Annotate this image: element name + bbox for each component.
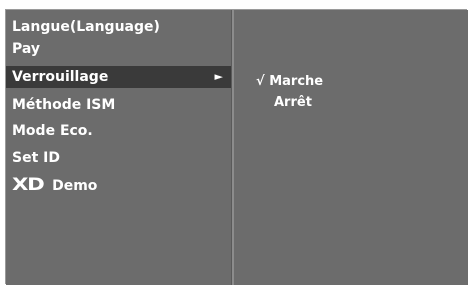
option-arret[interactable]: Arrêt [274, 93, 312, 113]
menu-item-methode-ism[interactable]: Méthode ISM [6, 94, 231, 116]
option-label: Arrêt [274, 95, 312, 110]
xd-logo: XD [12, 175, 45, 195]
menu-item-xd-demo[interactable]: XD Demo [6, 174, 231, 196]
menu-item-label: Mode Eco. [12, 123, 93, 139]
menu-item-mode-eco[interactable]: Mode Eco. [6, 120, 231, 142]
submenu-arrow-icon: ► [214, 70, 223, 83]
menu-item-label: Demo [52, 178, 98, 194]
menu-item-language[interactable]: Langue(Language) [6, 16, 231, 38]
option-marche[interactable]: √ Marche [256, 72, 323, 92]
menu-item-label: Set ID [12, 150, 60, 166]
menu-item-pay[interactable]: Pay [6, 38, 231, 60]
option-label: Marche [269, 74, 324, 89]
main-menu-panel: Langue(Language) Pay Verrouillage ► Méth… [6, 10, 231, 285]
osd-menu-window: Langue(Language) Pay Verrouillage ► Méth… [5, 9, 468, 285]
menu-item-set-id[interactable]: Set ID [6, 147, 231, 169]
menu-item-label: Langue(Language) [12, 19, 160, 35]
check-icon: √ [256, 74, 265, 89]
menu-item-label: Méthode ISM [12, 97, 116, 113]
menu-item-verrouillage[interactable]: Verrouillage ► [6, 66, 231, 88]
menu-item-label: Verrouillage [12, 69, 109, 85]
menu-item-label: Pay [12, 41, 41, 57]
submenu-panel: √ Marche Arrêt [234, 10, 468, 285]
